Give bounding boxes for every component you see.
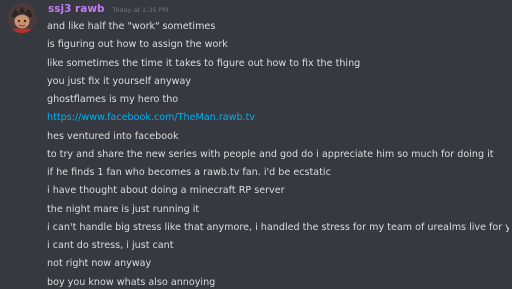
chat-message-group: ssj3 rawb Today at 1:35 PM and like half… — [0, 0, 512, 289]
message-line: hes ventured into facebook — [47, 130, 179, 142]
message-line: i can't handle big stress like that anym… — [47, 221, 509, 233]
message-line: to try and share the new series with peo… — [47, 148, 494, 160]
message-line: is figuring out how to assign the work — [47, 39, 228, 51]
message-line: ghostflames is my hero tho — [47, 94, 179, 105]
timestamp: Today at 1:35 PM — [112, 6, 169, 14]
message-header: ssj3 rawb Today at 1:35 PM — [48, 3, 168, 19]
facebook-link[interactable]: https://www.facebook.com/TheMan.rawb.tv — [47, 112, 255, 123]
message-line: i have thought about doing a minecraft R… — [47, 185, 285, 197]
message-line: i cant do stress, i just cant — [47, 240, 174, 251]
username[interactable]: ssj3 rawb — [48, 3, 105, 15]
message-line: not right now anyway — [47, 258, 152, 270]
message-line: and like half the "work" sometimes — [47, 21, 216, 32]
message-body: and like half the "work" sometimes is fi… — [47, 18, 509, 289]
user-avatar-icon[interactable] — [7, 3, 37, 33]
message-line: the night mare is just running it — [47, 203, 200, 215]
message-line: if he finds 1 fan who becomes a rawb.tv … — [47, 167, 331, 178]
message-line-link: https://www.facebook.com/TheMan.rawb.tv — [47, 109, 509, 127]
message-line: you just fix it yourself anyway — [47, 75, 192, 87]
message-line: boy you know whats also annoying — [47, 276, 216, 288]
message-line: like sometimes the time it takes to figu… — [47, 57, 361, 69]
